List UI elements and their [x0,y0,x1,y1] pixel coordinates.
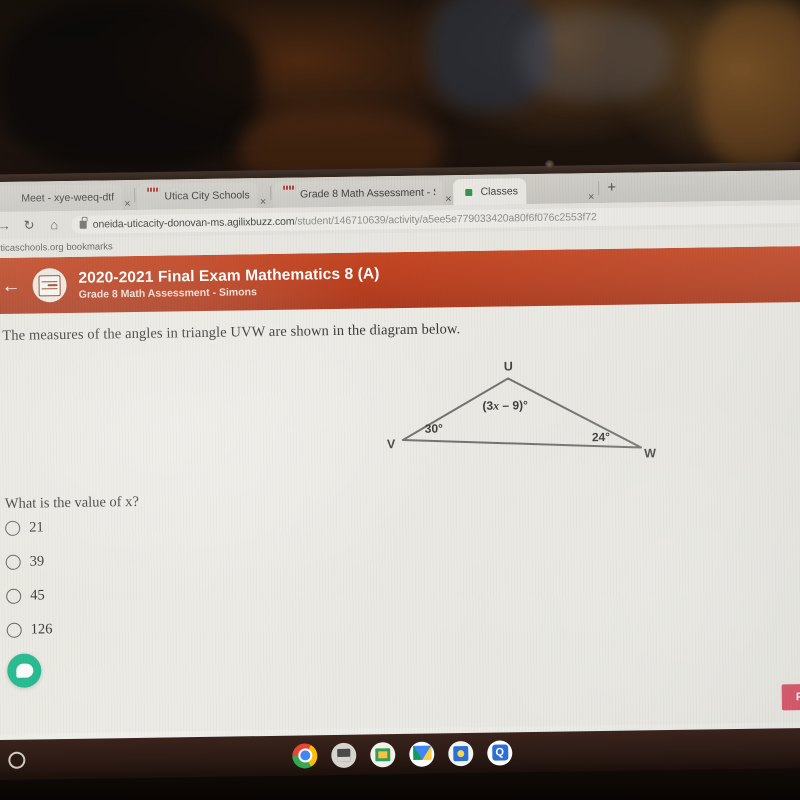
quizlet-q-label: Q [491,744,508,761]
previous-button[interactable]: PRE [781,683,800,711]
classroom-icon[interactable] [370,741,396,767]
answer-choice-45[interactable]: 45 [6,587,52,605]
triangle-diagram: U V W (3x – 9)° 30° 24° [384,352,676,466]
question-prompt: What is the value of x? [4,493,140,512]
question-body: The measures of the angles in triangle U… [0,301,800,741]
browser-tab-utica-city-schools[interactable]: Utica City Schools [137,182,258,210]
angle-label-U: (3x – 9)° [482,398,528,413]
tab-separator [134,187,136,202]
help-chat-bubble-button[interactable] [7,653,42,688]
tab-title: Classes [480,185,519,198]
blue-app-icon[interactable] [448,740,474,766]
choice-label: 126 [30,621,53,638]
browser-tab-grade8-math-assessment[interactable]: Grade 8 Math Assessment - Sim [272,179,444,208]
radio-button[interactable] [6,588,22,604]
clipboard-icon [38,274,61,296]
header-text-block: 2020-2021 Final Exam Mathematics 8 (A) G… [78,265,379,300]
vertex-label-V: V [387,437,396,451]
tab-close-icon[interactable]: × [122,198,133,210]
url-text: oneida-uticacity-donovan-ms.agilixbuzz.c… [93,211,597,230]
utica-schools-icon [283,189,294,200]
tab-close-icon[interactable]: × [258,196,269,208]
choice-label: 21 [29,519,44,536]
tab-title: Grade 8 Math Assessment - Sim [300,186,436,201]
url-domain: oneida-uticacity-donovan-ms.agilixbuzz.c… [92,215,295,231]
radio-button[interactable] [5,554,21,570]
back-arrow-icon[interactable]: ← [1,275,20,296]
question-stem: The measures of the angles in triangle U… [2,321,461,344]
tab-separator [598,181,600,196]
bookmark-uticaschools[interactable]: uticaschools.org bookmarks [0,241,113,254]
lock-icon [79,220,87,229]
radio-button[interactable] [5,520,21,536]
quizlet-q-icon[interactable]: Q [487,739,513,766]
drive-icon[interactable] [409,741,435,767]
vertex-label-W: W [644,446,656,460]
radio-button[interactable] [6,622,22,638]
new-tab-button[interactable]: + [601,178,622,197]
tab-title: Meet - xye-weeq-dtf [21,191,115,205]
screenshot-root: Meet - xye-weeq-dtf × Utica City Schools… [0,0,800,800]
vertex-label-U: U [504,359,513,373]
answer-choice-21[interactable]: 21 [5,519,51,537]
classes-icon [463,186,474,197]
forward-arrow-icon[interactable]: → [0,218,12,233]
angle-label-V: 30° [425,421,444,435]
answer-choice-126[interactable]: 126 [6,621,53,639]
webcam-icon [545,160,554,169]
answer-choice-39[interactable]: 39 [5,553,52,571]
triangle-svg: U V W (3x – 9)° 30° 24° [387,359,656,460]
tab-title: Utica City Schools [164,189,250,203]
tab-separator [270,185,272,200]
choice-label: 45 [30,587,45,604]
choice-label: 39 [29,553,45,570]
browser-tab-meet[interactable]: Meet - xye-weeq-dtf [0,184,123,213]
tab-close-icon[interactable]: × [443,193,454,205]
url-path: /student/146710639/activity/a5ee5e779033… [294,210,597,228]
utica-schools-icon [147,191,158,202]
answer-choice-list: 21 39 45 126 [5,519,53,639]
chrome-icon[interactable] [292,742,318,769]
record-dot-icon [4,193,15,204]
browser-tab-classes[interactable]: Classes [453,178,527,206]
assignment-icon [32,267,67,303]
laptop-screen: Meet - xye-weeq-dtf × Utica City Schools… [0,169,800,753]
status-circle-icon[interactable] [8,751,26,769]
home-icon[interactable]: ⌂ [47,217,62,232]
reload-icon[interactable]: ↻ [22,217,37,232]
chat-bubble-icon [15,663,33,678]
files-icon[interactable] [331,742,357,768]
tab-close-icon[interactable]: × [586,191,597,203]
angle-label-W: 24° [592,430,611,444]
